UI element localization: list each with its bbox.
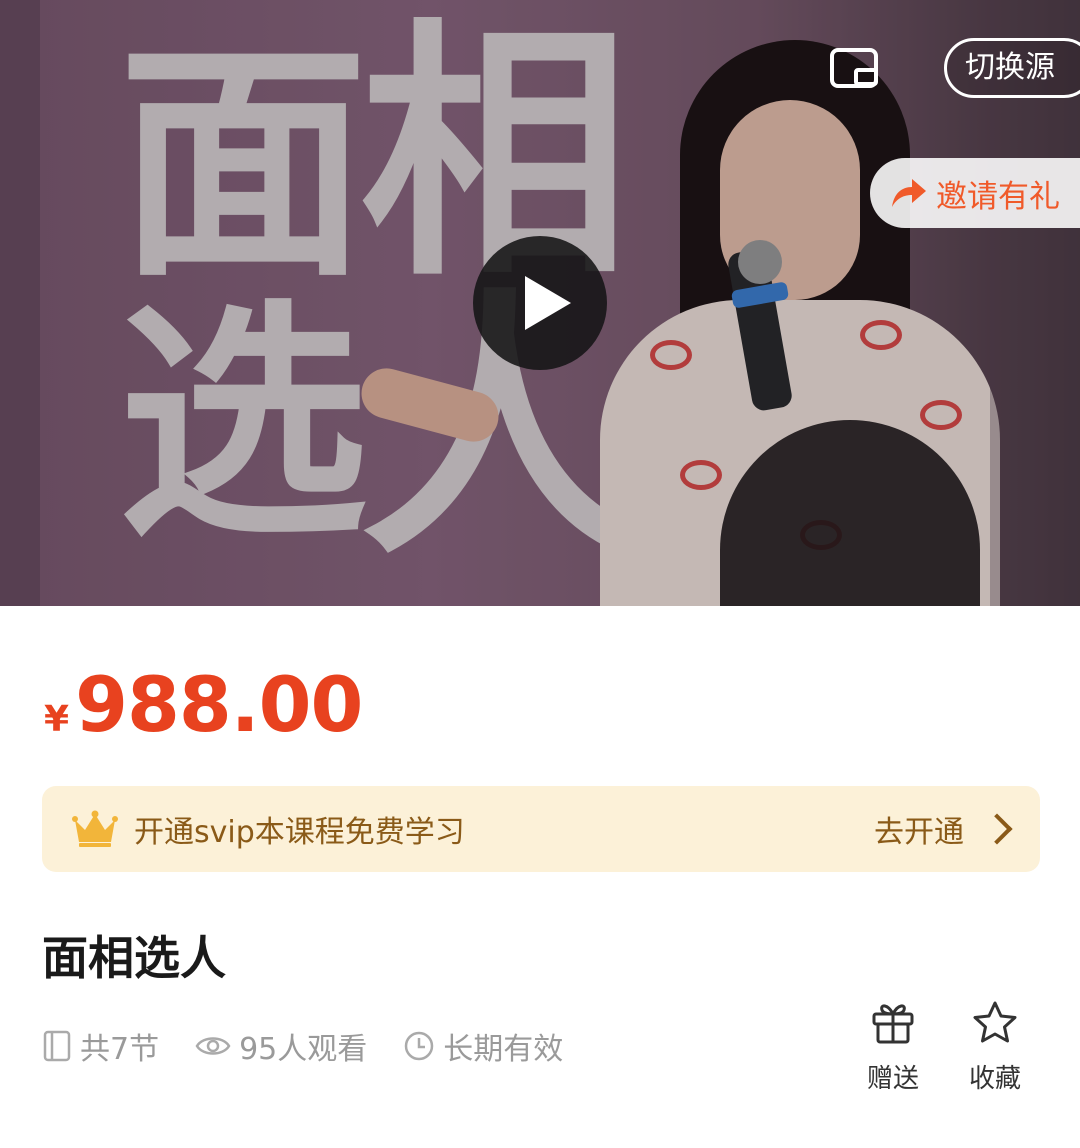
pip-inner	[854, 68, 878, 86]
invite-label: 邀请有礼	[936, 178, 1060, 215]
activate-svip-link[interactable]: 去开通	[874, 786, 1013, 872]
play-button[interactable]	[473, 236, 607, 370]
view-count: 95人观看	[195, 1024, 367, 1068]
gift-button[interactable]: 赠送	[853, 1000, 933, 1095]
book-icon	[43, 1030, 71, 1062]
favorite-label: 收藏	[968, 1064, 1021, 1094]
gift-label: 赠送	[866, 1064, 919, 1094]
clock-icon	[405, 1031, 434, 1061]
star-icon	[973, 1001, 1017, 1043]
invite-reward-button[interactable]: 邀请有礼	[870, 158, 1080, 228]
price-amount: 988.00	[75, 660, 363, 749]
chevron-right-icon	[981, 813, 1013, 845]
switch-source-button[interactable]: 切换源	[944, 38, 1080, 98]
picture-in-picture-icon[interactable]	[828, 46, 882, 92]
course-meta: 共7节 95人观看 长期有效	[42, 1024, 599, 1068]
view-count-text: 95人观看	[239, 1032, 368, 1067]
share-arrow-icon	[892, 179, 926, 207]
video-player[interactable]: 面 相 选 人 切换源 邀请有礼	[0, 0, 1080, 606]
favorite-button[interactable]: 收藏	[955, 1000, 1035, 1095]
gift-icon	[872, 1004, 914, 1044]
lesson-count-text: 共7节	[80, 1032, 160, 1067]
lesson-count: 共7节	[42, 1024, 159, 1068]
validity-text: 长期有效	[443, 1032, 564, 1067]
eye-icon	[195, 1037, 231, 1055]
svip-banner-text: 开通svip本课程免费学习	[134, 815, 465, 850]
currency-symbol: ¥	[44, 699, 70, 740]
play-icon	[525, 276, 571, 330]
svip-banner[interactable]: 开通svip本课程免费学习 去开通	[42, 786, 1040, 872]
crown-icon	[72, 810, 118, 847]
course-title: 面相选人	[42, 931, 226, 985]
validity: 长期有效	[403, 1024, 563, 1068]
course-price: ¥ 988.00	[44, 660, 363, 749]
activate-svip-label: 去开通	[874, 815, 964, 850]
